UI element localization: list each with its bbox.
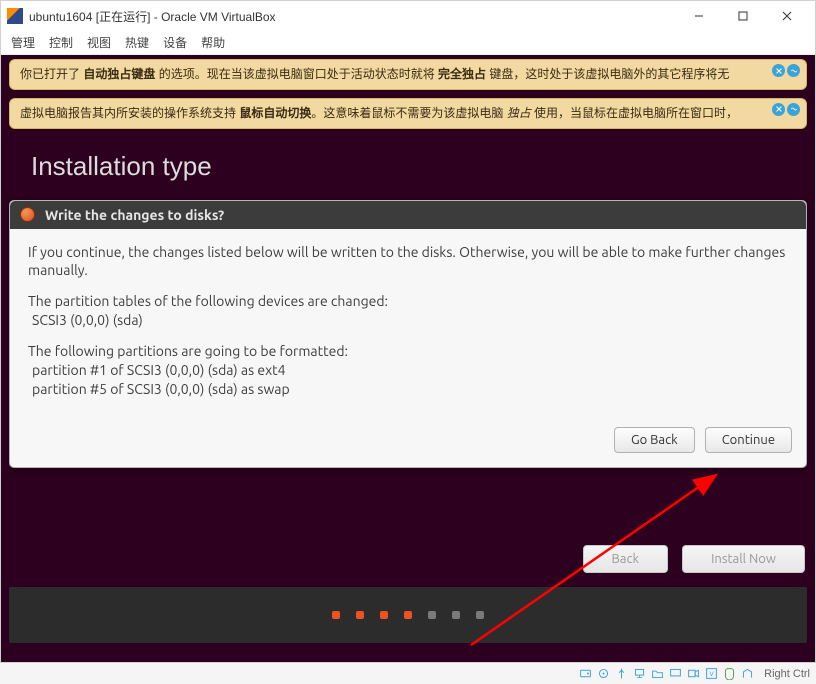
virtualbox-logo-icon — [7, 8, 23, 24]
menu-devices[interactable]: 设备 — [163, 34, 187, 51]
notification-mouse-integration: 虚拟电脑报告其内所安装的操作系统支持 鼠标自动切换。这意味着鼠标不需要为该虚拟电… — [9, 98, 807, 129]
back-button[interactable]: Back — [583, 545, 669, 573]
dialog-close-icon[interactable] — [20, 207, 35, 222]
progress-dot — [380, 611, 388, 619]
notification-suppress-icon[interactable] — [787, 64, 800, 77]
partition-line: partition #5 of SCSI3 (0,0,0) (sda) as s… — [32, 381, 290, 397]
device-line: SCSI3 (0,0,0) (sda) — [32, 312, 143, 328]
installer-footer-buttons: Back Install Now — [583, 545, 805, 573]
close-button[interactable] — [765, 2, 809, 30]
go-back-button[interactable]: Go Back — [614, 427, 695, 453]
network-icon[interactable] — [632, 666, 647, 681]
keyboard-capture-icon[interactable] — [740, 666, 755, 681]
notification-suppress-icon[interactable] — [787, 103, 800, 116]
virtualization-icon[interactable]: V — [704, 666, 719, 681]
menu-view[interactable]: 视图 — [87, 34, 111, 51]
progress-dot — [332, 611, 340, 619]
installer-page-title: Installation type — [9, 137, 807, 200]
shared-folders-icon[interactable] — [650, 666, 665, 681]
menu-control[interactable]: 控制 — [49, 34, 73, 51]
optical-disk-icon[interactable] — [596, 666, 611, 681]
minimize-button[interactable] — [677, 2, 721, 30]
notification-text: 你已打开了 自动独占键盘 的选项。现在当该虚拟电脑窗口处于活动状态时就将 完全独… — [20, 67, 729, 81]
host-key-label: Right Ctrl — [764, 668, 810, 680]
continue-button[interactable]: Continue — [705, 427, 792, 453]
recording-icon[interactable] — [686, 666, 701, 681]
dialog-title: Write the changes to disks? — [45, 207, 224, 223]
menubar: 管理 控制 视图 热键 设备 帮助 — [1, 31, 815, 55]
virtualbox-window: ubuntu1604 [正在运行] - Oracle VM VirtualBox… — [0, 0, 816, 684]
dialog-intro-text: If you continue, the changes listed belo… — [28, 243, 788, 281]
write-changes-dialog: Write the changes to disks? If you conti… — [9, 200, 807, 468]
progress-dot — [452, 611, 460, 619]
menu-hotkeys[interactable]: 热键 — [125, 34, 149, 51]
hard-disk-icon[interactable] — [578, 666, 593, 681]
notification-dismiss-icon[interactable] — [772, 64, 785, 77]
svg-text:V: V — [709, 671, 714, 678]
format-heading: The following partitions are going to be… — [28, 343, 348, 359]
virtualbox-statusbar: V Right Ctrl — [0, 662, 816, 684]
notification-text: 虚拟电脑报告其内所安装的操作系统支持 鼠标自动切换。这意味着鼠标不需要为该虚拟电… — [20, 106, 738, 120]
menu-help[interactable]: 帮助 — [201, 34, 225, 51]
installer-progress-dots — [9, 587, 807, 643]
partition-tables-heading: The partition tables of the following de… — [28, 293, 388, 309]
notification-dismiss-icon[interactable] — [772, 103, 785, 116]
menu-manage[interactable]: 管理 — [11, 34, 35, 51]
vm-display-area: 你已打开了 自动独占键盘 的选项。现在当该虚拟电脑窗口处于活动状态时就将 完全独… — [1, 55, 815, 683]
dialog-body: If you continue, the changes listed belo… — [10, 229, 806, 427]
mouse-integration-icon[interactable] — [722, 666, 737, 681]
progress-dot — [356, 611, 364, 619]
usb-icon[interactable] — [614, 666, 629, 681]
display-icon[interactable] — [668, 666, 683, 681]
maximize-button[interactable] — [721, 2, 765, 30]
progress-dot — [476, 611, 484, 619]
install-now-button[interactable]: Install Now — [682, 545, 805, 573]
progress-dot — [428, 611, 436, 619]
notification-keyboard-capture: 你已打开了 自动独占键盘 的选项。现在当该虚拟电脑窗口处于活动状态时就将 完全独… — [9, 59, 807, 90]
window-title: ubuntu1604 [正在运行] - Oracle VM VirtualBox — [29, 8, 677, 25]
partition-line: partition #1 of SCSI3 (0,0,0) (sda) as e… — [32, 362, 286, 378]
window-titlebar: ubuntu1604 [正在运行] - Oracle VM VirtualBox — [1, 1, 815, 31]
progress-dot — [404, 611, 412, 619]
